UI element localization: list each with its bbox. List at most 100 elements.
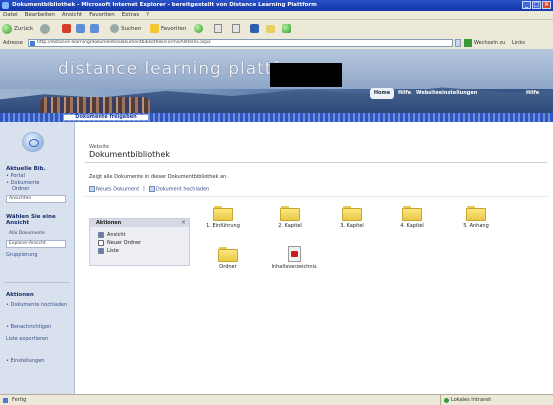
panel-item-list-label: Liste xyxy=(107,248,119,254)
window-titlebar: Dokumentbibliothek - Microsoft Internet … xyxy=(0,0,553,11)
close-panel-icon[interactable]: × xyxy=(181,219,186,227)
sidebar-action-upload[interactable]: • Dokumente hochladen xyxy=(6,302,70,308)
favorites-label: Favoriten xyxy=(161,25,187,32)
browser-toolbar: Zurück Suchen Favoriten xyxy=(0,20,553,38)
minimize-button[interactable]: _ xyxy=(522,1,531,9)
sidebar-views-field[interactable]: Ansichten xyxy=(6,195,66,203)
mail-button[interactable] xyxy=(214,23,222,34)
nav-help-link-2[interactable]: Hilfe xyxy=(526,88,539,99)
tab-documents[interactable]: Dokumente freigeben xyxy=(63,114,149,121)
favorites-button[interactable]: Favoriten xyxy=(150,23,186,34)
new-folder-icon xyxy=(98,240,104,246)
folder-item[interactable]: 3. Kapitel xyxy=(329,206,375,230)
nav-settings-link[interactable]: Websiteeinstellungen xyxy=(416,88,477,99)
home-button[interactable] xyxy=(90,23,99,34)
star-icon xyxy=(150,24,159,33)
folder-item[interactable]: Ordner xyxy=(205,247,251,271)
file-item[interactable]: Inhaltsverzeichnis xyxy=(271,246,317,271)
refresh-button[interactable] xyxy=(76,23,85,34)
maximize-button[interactable]: □ xyxy=(532,1,541,9)
menu-view[interactable]: Ansicht xyxy=(62,11,82,19)
sidebar-link-folder[interactable]: Ordner xyxy=(12,186,76,192)
panel-item-new-folder[interactable]: Neuer Ordner xyxy=(98,240,141,246)
sidebar-action-export[interactable]: Liste exportieren xyxy=(6,336,70,342)
close-button[interactable]: × xyxy=(542,1,551,9)
sidebar-link-portal[interactable]: • Portal xyxy=(6,173,70,179)
main-content: Website Dokumentbibliothek Zeigt alle Do… xyxy=(75,122,553,394)
upload-document-button[interactable]: Dokument hochladen xyxy=(148,186,209,193)
folder-item[interactable]: 1. Einführung xyxy=(200,206,246,230)
portal-banner: distance learning plattform Home Hilfe W… xyxy=(0,49,553,113)
folder-label: 4. Kapitel xyxy=(400,223,424,229)
folder-icon xyxy=(280,206,300,221)
refresh-icon xyxy=(76,24,85,33)
edit-button[interactable] xyxy=(250,23,259,34)
security-zone: Lokales Intranet xyxy=(440,395,553,405)
back-button[interactable]: Zurück xyxy=(2,23,33,34)
nav-strip: Dokumente freigeben xyxy=(0,113,553,122)
search-icon xyxy=(110,24,119,33)
site-logo-icon xyxy=(22,132,44,152)
new-document-label: Neues Dokument xyxy=(96,186,140,193)
document-actions: Neues Dokument | Dokument hochladen xyxy=(89,186,209,193)
back-label: Zurück xyxy=(14,25,34,32)
folder-label: 2. Kapitel xyxy=(278,223,302,229)
print-button[interactable] xyxy=(232,23,240,34)
menu-favorites[interactable]: Favoriten xyxy=(89,11,114,19)
discuss-button[interactable] xyxy=(266,23,275,34)
pdf-file-icon xyxy=(287,246,301,262)
sidebar-heading-views: Wählen Sie eine Ansicht xyxy=(6,214,56,226)
back-arrow-icon xyxy=(2,23,12,34)
folder-label: 3. Kapitel xyxy=(340,223,364,229)
page-icon xyxy=(30,41,35,46)
menu-bar: Datei Bearbeiten Ansicht Favoriten Extra… xyxy=(0,11,553,20)
sidebar-action-settings[interactable]: • Einstellungen xyxy=(6,358,70,364)
links-button[interactable]: Links xyxy=(512,37,525,49)
intranet-zone-icon xyxy=(444,398,449,403)
zone-label: Lokales Intranet xyxy=(451,397,492,403)
folder-label: 5. Anhang xyxy=(463,223,489,229)
nav-help-link[interactable]: Hilfe xyxy=(398,88,411,99)
print-icon xyxy=(232,24,240,33)
search-button[interactable]: Suchen xyxy=(110,23,141,34)
sidebar-view-explorer[interactable]: Explorer-Ansicht xyxy=(6,240,66,248)
stop-button[interactable] xyxy=(62,23,71,34)
history-button[interactable] xyxy=(194,23,203,34)
menu-tools[interactable]: Extras xyxy=(122,11,139,19)
messenger-button[interactable] xyxy=(282,23,291,34)
window-controls: _ □ × xyxy=(522,1,551,9)
ie-logo-icon xyxy=(2,2,9,9)
search-label: Suchen xyxy=(121,25,142,32)
address-dropdown-icon[interactable] xyxy=(455,39,461,47)
forward-button[interactable] xyxy=(40,23,50,34)
panel-item-view[interactable]: Ansicht xyxy=(98,232,125,238)
upload-icon xyxy=(148,186,155,192)
history-icon xyxy=(194,24,203,33)
go-button[interactable]: Wechseln zu xyxy=(474,37,505,49)
browser-window: Dokumentbibliothek - Microsoft Internet … xyxy=(0,0,553,405)
title-divider xyxy=(85,162,547,163)
sidebar-action-alert[interactable]: • Benachrichtigen xyxy=(6,324,70,330)
menu-file[interactable]: Datei xyxy=(3,11,18,19)
folder-item[interactable]: 2. Kapitel xyxy=(267,206,313,230)
sidebar-view-all[interactable]: Alle Dokumente xyxy=(6,230,66,238)
new-document-button[interactable]: Neues Dokument xyxy=(89,186,139,193)
list-icon xyxy=(98,248,104,254)
sidebar-link-grouping[interactable]: Gruppierung xyxy=(6,252,70,258)
menu-help[interactable]: ? xyxy=(146,11,149,19)
panel-item-view-label: Ansicht xyxy=(107,232,126,238)
folder-item[interactable]: 5. Anhang xyxy=(453,206,499,230)
folder-icon xyxy=(342,206,362,221)
status-text: Fertig xyxy=(12,397,27,403)
folder-icon xyxy=(218,247,238,262)
panel-item-list[interactable]: Liste xyxy=(98,248,119,254)
folder-icon xyxy=(213,206,233,221)
window-title: Dokumentbibliothek - Microsoft Internet … xyxy=(12,2,317,8)
menu-edit[interactable]: Bearbeiten xyxy=(25,11,55,19)
go-arrow-icon[interactable] xyxy=(464,39,472,47)
sidebar-divider xyxy=(4,282,70,283)
folder-item[interactable]: 4. Kapitel xyxy=(389,206,435,230)
address-input[interactable]: http://distance-learning/dokumente/Dokum… xyxy=(28,39,453,47)
home-nav-button[interactable]: Home xyxy=(370,88,394,99)
panel-item-new-folder-label: Neuer Ordner xyxy=(107,240,142,246)
